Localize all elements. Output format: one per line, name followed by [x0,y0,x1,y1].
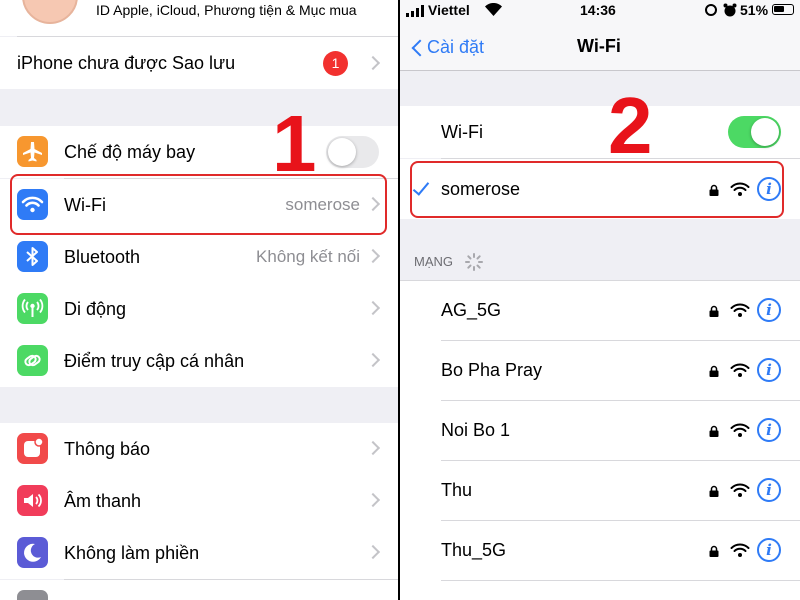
settings-item-notifications[interactable]: Thông báo [0,423,398,475]
sounds-label: Âm thanh [64,491,142,511]
toggle-knob [328,138,356,166]
chevron-right-icon [365,300,381,316]
info-icon[interactable]: i [757,358,781,382]
wifi-toggle[interactable] [728,116,781,148]
info-icon[interactable]: i [757,538,781,562]
network-name: AG_5G [441,300,502,320]
battery-level [774,6,784,12]
back-button[interactable]: Cài đặt [410,36,485,62]
battery-percent: 51% [740,2,769,18]
chevron-right-icon [365,352,381,368]
bluetooth-label: Bluetooth [64,247,141,267]
wifi-signal-icon [730,422,750,438]
lock-icon [709,304,719,317]
hotspot-label: Điểm truy cập cá nhân [64,351,245,371]
back-label: Cài đặt [427,37,485,57]
network-name: Thu [441,480,473,500]
lock-icon [709,484,719,497]
wifi-toggle-label: Wi-Fi [441,122,483,142]
lock-icon [709,544,719,557]
lock-icon [709,424,719,437]
bluetooth-icon [17,241,48,272]
chevron-right-icon [365,440,381,456]
network-row[interactable]: Noi Bo 1 i [400,400,800,460]
highlight-wifi-row [10,174,387,235]
antenna-icon [17,293,48,324]
airplane-toggle[interactable] [326,136,379,168]
apple-id-row[interactable]: ID Apple, iCloud, Phương tiện & Mục mua [0,0,398,36]
loading-spinner-icon [464,252,484,272]
chevron-right-icon [365,55,381,71]
alarm-icon [723,3,737,17]
navigation-bar: Viettel 14:36 51% Cài đặt Wi-Fi [400,0,800,70]
battery-icon [772,4,794,15]
bluetooth-value: Không kết nối [256,247,360,266]
settings-item-dnd[interactable]: Không làm phiền [0,527,398,579]
settings-item-cellular[interactable]: Di động [0,283,398,335]
annotation-number-1: 1 [272,99,317,188]
network-name: Noi Bo 1 [441,420,511,440]
settings-item-hotspot[interactable]: Điểm truy cập cá nhân [0,335,398,387]
orientation-lock-icon [705,4,717,16]
apple-id-subtitle: ID Apple, iCloud, Phương tiện & Mục mua [96,2,357,18]
highlight-connected-network [410,161,784,218]
settings-icon [17,590,48,600]
network-row[interactable]: Bo Pha Pray i [400,340,800,400]
chevron-left-icon [411,39,429,57]
wifi-signal-icon [730,482,750,498]
chevron-right-icon [365,248,381,264]
signal-icon [406,4,426,17]
hotspot-icon [17,345,48,376]
status-time: 14:36 [580,2,616,18]
backup-badge: 1 [323,51,348,76]
settings-item-airplane[interactable]: Chế độ máy bay [0,126,398,178]
section-header: MẠNG [414,254,453,269]
network-row[interactable]: AG_5G i [400,280,800,340]
wifi-signal-icon [730,302,750,318]
carrier-name: Viettel [428,2,470,18]
network-row-partial [400,580,800,600]
cellular-label: Di động [64,299,127,319]
wifi-panel: Viettel 14:36 51% Cài đặt Wi-Fi Wi-Fi so… [400,0,800,600]
annotation-number-2: 2 [608,81,653,170]
info-icon[interactable]: i [757,298,781,322]
settings-item-bluetooth[interactable]: Bluetooth Không kết nối [0,231,398,283]
lock-icon [709,364,719,377]
next-row-partial [0,580,398,600]
network-row[interactable]: Thu i [400,460,800,520]
network-row[interactable]: Thu_5G i [400,520,800,580]
network-name: Thu_5G [441,540,507,560]
backup-row[interactable]: iPhone chưa được Sao lưu 1 [0,37,398,89]
speaker-icon [17,485,48,516]
wifi-signal-icon [730,542,750,558]
network-name: Bo Pha Pray [441,360,543,380]
airplane-label: Chế độ máy bay [64,142,196,162]
backup-label: iPhone chưa được Sao lưu [17,53,236,73]
nav-title: Wi-Fi [577,36,621,56]
chevron-right-icon [365,544,381,560]
settings-panel: ID Apple, iCloud, Phương tiện & Mục mua … [0,0,398,600]
chevron-right-icon [365,492,381,508]
avatar [22,0,78,24]
toggle-knob [751,118,779,146]
status-wifi-icon [485,2,502,17]
settings-item-sounds[interactable]: Âm thanh [0,475,398,527]
wifi-toggle-row: Wi-Fi [400,106,800,158]
info-icon[interactable]: i [757,478,781,502]
wifi-signal-icon [730,362,750,378]
notifications-label: Thông báo [64,439,151,459]
dnd-label: Không làm phiền [64,543,200,563]
moon-icon [17,537,48,568]
airplane-icon [17,136,48,167]
notification-icon [17,433,48,464]
info-icon[interactable]: i [757,418,781,442]
